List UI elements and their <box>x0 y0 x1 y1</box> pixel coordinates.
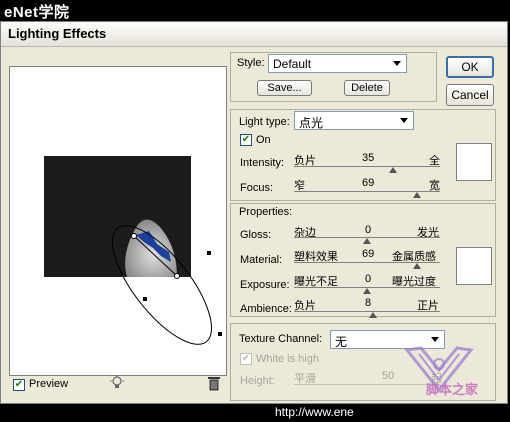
exposure-value: 0 <box>365 273 372 285</box>
ambience-label: Ambience: <box>240 303 292 315</box>
ambience-slider-thumb[interactable] <box>369 312 377 318</box>
gloss-label: Gloss: <box>240 229 272 241</box>
light-type-value: 点光 <box>299 116 324 130</box>
ellipse-handle-left[interactable] <box>143 297 147 301</box>
ok-button[interactable]: OK <box>446 56 494 78</box>
texture-channel-value: 无 <box>335 335 348 349</box>
exposure-label: Exposure: <box>240 279 290 291</box>
style-select[interactable]: Default <box>268 54 407 73</box>
white-is-high-label: White is high <box>256 353 319 365</box>
ambient-color-swatch[interactable] <box>456 247 492 285</box>
save-style-button[interactable]: Save... <box>257 80 312 96</box>
light-type-label: Light type: <box>239 116 290 128</box>
lighting-effects-dialog: Lighting Effects ✔ Preview Style: Defaul… <box>0 21 508 404</box>
light-type-select[interactable]: 点光 <box>294 111 414 130</box>
light-color-swatch[interactable] <box>456 143 492 181</box>
chevron-down-icon <box>393 61 401 66</box>
material-value: 69 <box>362 248 375 260</box>
focus-value: 69 <box>362 177 375 189</box>
preview-image[interactable] <box>9 66 227 376</box>
light-bulb-icon[interactable] <box>109 375 125 391</box>
footer-url: http://www.ene <box>275 405 354 419</box>
site-brand: eNet学院 <box>4 4 70 21</box>
focus-slider-thumb[interactable] <box>413 192 421 198</box>
intensity-label: Intensity: <box>240 157 285 169</box>
preview-label: Preview <box>29 378 69 390</box>
ellipse-handle-bottom[interactable] <box>218 332 222 336</box>
ambience-slider-track[interactable] <box>294 311 440 312</box>
watermark-text: 脚本之家 <box>426 382 479 397</box>
title-bar[interactable]: Lighting Effects <box>1 22 507 47</box>
chevron-down-icon <box>400 118 408 123</box>
gloss-value: 0 <box>365 224 372 236</box>
cancel-button[interactable]: Cancel <box>446 84 494 106</box>
exposure-slider-thumb[interactable] <box>363 288 371 294</box>
light-on-label: On <box>256 134 271 146</box>
light-on-checkbox[interactable]: ✔ <box>240 134 252 146</box>
focus-label: Focus: <box>240 182 274 194</box>
ambience-value: 8 <box>365 297 372 309</box>
white-is-high-checkbox[interactable]: ✔ <box>240 353 252 365</box>
intensity-slider-thumb[interactable] <box>389 167 397 173</box>
light-focus-handle[interactable] <box>174 273 180 279</box>
trash-icon[interactable] <box>207 375 221 391</box>
gloss-slider-thumb[interactable] <box>363 238 371 244</box>
height-value: 50 <box>382 370 395 382</box>
material-label: Material: <box>240 254 283 266</box>
intensity-slider-track[interactable] <box>294 166 440 167</box>
style-label: Style: <box>237 57 265 69</box>
texture-channel-label: Texture Channel: <box>239 333 323 345</box>
intensity-value: 35 <box>362 152 375 164</box>
preview-checkbox[interactable]: ✔ <box>13 379 25 391</box>
dialog-title: Lighting Effects <box>8 26 107 41</box>
style-select-value: Default <box>273 57 312 71</box>
material-slider-thumb[interactable] <box>413 263 421 269</box>
height-label: Height: <box>240 375 275 387</box>
delete-style-button[interactable]: Delete <box>344 80 390 96</box>
ellipse-handle-right[interactable] <box>207 251 211 255</box>
properties-title: Properties: <box>239 206 293 218</box>
light-center-handle[interactable] <box>131 233 137 239</box>
